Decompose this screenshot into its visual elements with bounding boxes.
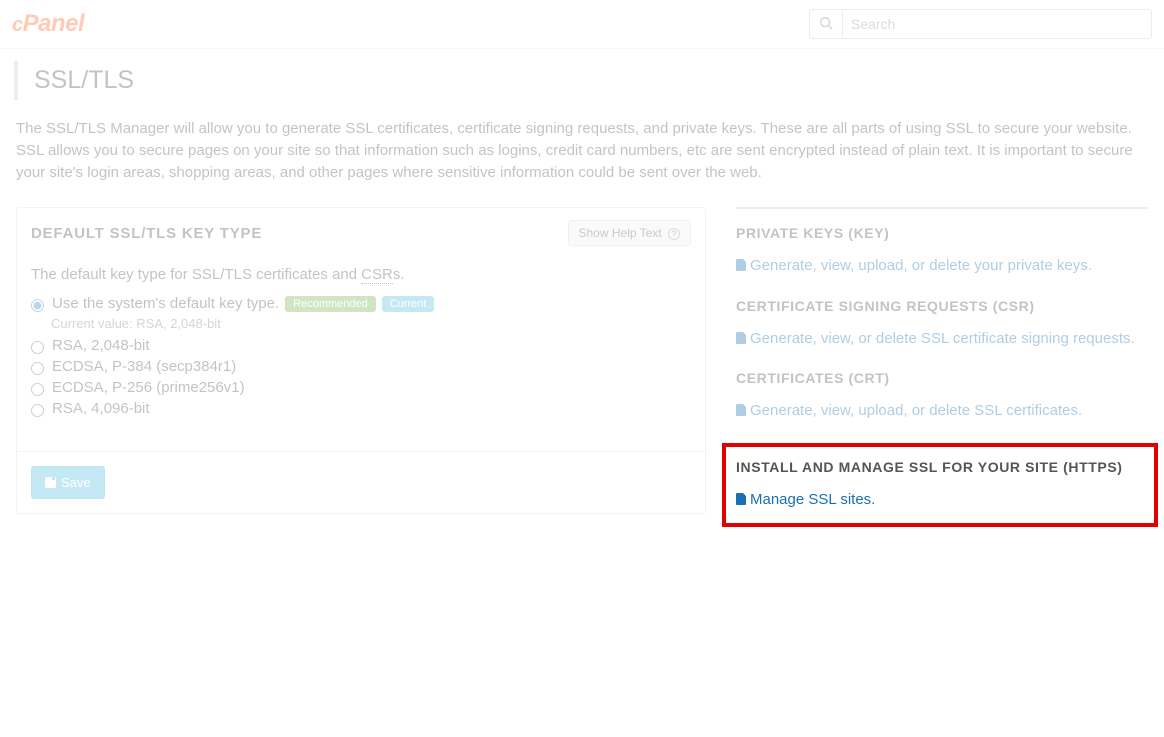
heading-csr: CERTIFICATE SIGNING REQUESTS (CSR) bbox=[736, 298, 1138, 314]
top-header: cPanel bbox=[0, 0, 1164, 49]
cpanel-logo: cPanel bbox=[12, 10, 84, 38]
file-icon bbox=[736, 493, 746, 505]
file-icon bbox=[736, 404, 746, 416]
radio-input-p384[interactable] bbox=[31, 362, 44, 375]
key-type-panel: DEFAULT SSL/TLS KEY TYPE Show Help Text … bbox=[16, 207, 706, 514]
show-help-button[interactable]: Show Help Text ? bbox=[568, 220, 692, 246]
save-button[interactable]: Save bbox=[31, 466, 105, 499]
radio-ecdsa-p384[interactable]: ECDSA, P-384 (secp384r1) bbox=[31, 358, 691, 375]
radio-ecdsa-p256[interactable]: ECDSA, P-256 (prime256v1) bbox=[31, 379, 691, 396]
radio-input-rsa2048[interactable] bbox=[31, 341, 44, 354]
recommended-badge: Recommended bbox=[285, 296, 376, 312]
file-icon bbox=[736, 259, 746, 271]
radio-rsa-2048[interactable]: RSA, 2,048-bit bbox=[31, 337, 691, 354]
link-csr[interactable]: Generate, view, or delete SSL certificat… bbox=[736, 328, 1138, 351]
key-type-description: The default key type for SSL/TLS certifi… bbox=[31, 266, 691, 283]
csr-abbrev: CSR bbox=[361, 266, 393, 284]
radio-system-default[interactable]: Use the system's default key type. Recom… bbox=[31, 295, 691, 312]
section-private-keys: PRIVATE KEYS (KEY) Generate, view, uploa… bbox=[736, 225, 1148, 278]
section-install-manage-highlighted: INSTALL AND MANAGE SSL FOR YOUR SITE (HT… bbox=[722, 443, 1158, 528]
link-manage-ssl-sites[interactable]: Manage SSL sites. bbox=[736, 489, 1144, 512]
page-description: The SSL/TLS Manager will allow you to ge… bbox=[16, 118, 1148, 183]
radio-rsa-4096[interactable]: RSA, 4,096-bit bbox=[31, 400, 691, 417]
link-crt[interactable]: Generate, view, upload, or delete SSL ce… bbox=[736, 400, 1138, 423]
link-private-keys[interactable]: Generate, view, upload, or delete your p… bbox=[736, 255, 1138, 278]
sidebar: PRIVATE KEYS (KEY) Generate, view, uploa… bbox=[736, 207, 1148, 527]
search-input[interactable] bbox=[842, 10, 1151, 38]
page-title: SSL/TLS bbox=[14, 61, 1150, 100]
help-icon: ? bbox=[668, 228, 680, 240]
radio-input-p256[interactable] bbox=[31, 383, 44, 396]
section-csr: CERTIFICATE SIGNING REQUESTS (CSR) Gener… bbox=[736, 298, 1148, 351]
file-icon bbox=[736, 332, 746, 344]
panel-title: DEFAULT SSL/TLS KEY TYPE bbox=[31, 225, 262, 242]
section-crt: CERTIFICATES (CRT) Generate, view, uploa… bbox=[736, 370, 1148, 423]
heading-install-manage: INSTALL AND MANAGE SSL FOR YOUR SITE (HT… bbox=[736, 459, 1144, 475]
heading-private-keys: PRIVATE KEYS (KEY) bbox=[736, 225, 1138, 241]
radio-input-rsa4096[interactable] bbox=[31, 404, 44, 417]
search-icon bbox=[810, 16, 842, 33]
current-badge: Current bbox=[382, 296, 435, 312]
radio-input-default[interactable] bbox=[31, 299, 44, 312]
heading-crt: CERTIFICATES (CRT) bbox=[736, 370, 1138, 386]
search-box[interactable] bbox=[809, 9, 1152, 39]
save-icon bbox=[45, 477, 56, 488]
radio-sub-default: Current value: RSA, 2,048-bit bbox=[51, 316, 691, 331]
